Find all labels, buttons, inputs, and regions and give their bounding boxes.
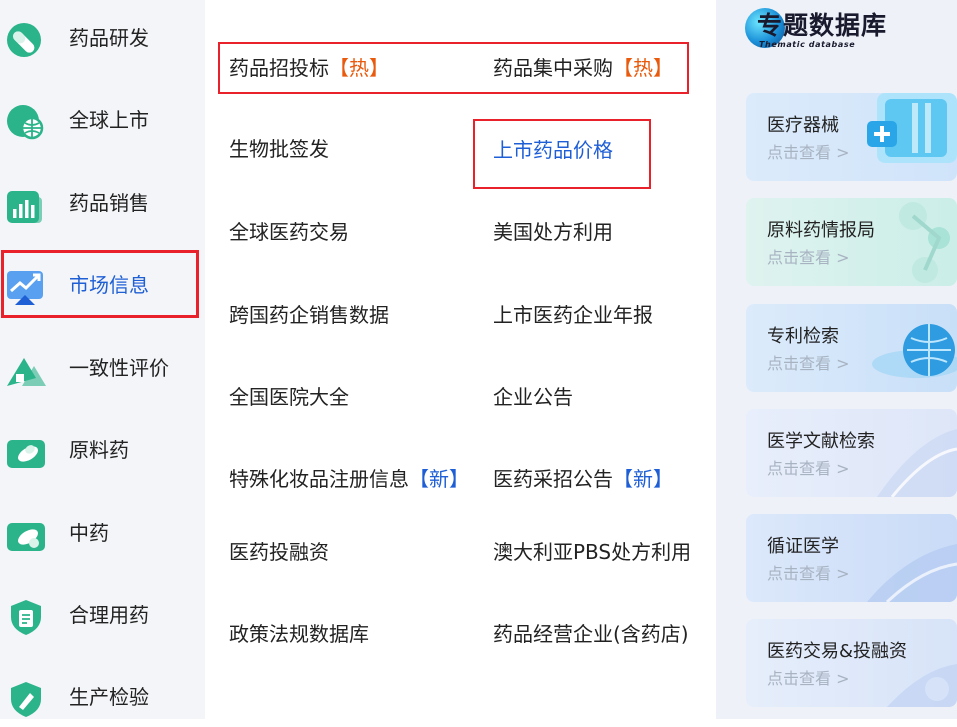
link-procurement-notice[interactable]: 医药采招公告【新】 bbox=[493, 467, 673, 491]
market-info-menu bbox=[205, 0, 716, 719]
production-inspection-icon bbox=[11, 682, 41, 717]
sidebar-item-raw-material[interactable]: 原料药 bbox=[0, 420, 205, 480]
card-title: 专利检索 bbox=[767, 326, 839, 347]
link-listed-annual-report[interactable]: 上市医药企业年报 bbox=[493, 303, 653, 327]
sidebar-item-drug-sales[interactable]: 药品销售 bbox=[0, 173, 205, 233]
sidebar-item-consistency[interactable]: 一致性评价 bbox=[0, 338, 205, 398]
card-view-link: 点击查看 > bbox=[767, 248, 850, 267]
link-bio-batch-release[interactable]: 生物批签发 bbox=[229, 137, 329, 161]
new-tag: 【新】 bbox=[409, 467, 469, 491]
sidebar-item-label: 生产检验 bbox=[69, 685, 149, 709]
herbal-medicine-icon bbox=[7, 523, 45, 551]
link-us-prescription[interactable]: 美国处方利用 bbox=[493, 220, 613, 244]
rational-use-shield-icon bbox=[11, 600, 41, 635]
new-tag: 【新】 bbox=[613, 467, 673, 491]
sales-chart-icon bbox=[7, 191, 42, 223]
card-title: 医疗器械 bbox=[767, 115, 839, 136]
capsule-icon bbox=[7, 23, 41, 57]
link-company-notice[interactable]: 企业公告 bbox=[493, 385, 573, 409]
patent-globe-art bbox=[872, 324, 957, 378]
sidebar-item-herbal[interactable]: 中药 bbox=[0, 503, 205, 563]
sidebar-item-global-launch[interactable]: 全球上市 bbox=[0, 90, 205, 150]
link-label: 药品招投标 bbox=[229, 56, 329, 80]
sidebar-item-drug-rd[interactable]: 药品研发 bbox=[0, 8, 205, 68]
active-item-highlight bbox=[1, 250, 199, 318]
sidebar-item-label: 中药 bbox=[69, 521, 109, 545]
link-label: 特殊化妆品注册信息 bbox=[229, 467, 409, 491]
literature-art bbox=[877, 429, 957, 497]
sidebar-item-label: 全球上市 bbox=[69, 108, 149, 132]
card-raw-material-intel[interactable]: 原料药情报局 点击查看 > bbox=[746, 198, 957, 286]
card-patent-search[interactable]: 专利检索 点击查看 > bbox=[746, 304, 957, 392]
sidebar-item-label: 原料药 bbox=[69, 438, 129, 462]
card-title: 循证医学 bbox=[767, 536, 839, 557]
trade-finance-art bbox=[887, 664, 957, 707]
thematic-subtitle: Thematic database bbox=[759, 40, 856, 49]
card-title: 医药交易&投融资 bbox=[767, 641, 908, 662]
sidebar-item-label: 合理用药 bbox=[69, 603, 149, 627]
link-hospital-directory[interactable]: 全国医院大全 bbox=[229, 385, 349, 409]
link-drug-tender[interactable]: 药品招投标【热】 bbox=[229, 56, 389, 80]
sidebar-item-production[interactable]: 生产检验 bbox=[0, 667, 205, 727]
hot-tag: 【热】 bbox=[613, 56, 673, 80]
card-view-link: 点击查看 > bbox=[767, 143, 850, 162]
card-view-link: 点击查看 > bbox=[767, 669, 850, 688]
link-pharma-investment[interactable]: 医药投融资 bbox=[229, 540, 329, 564]
card-view-link: 点击查看 > bbox=[767, 564, 850, 583]
globe-icon bbox=[7, 105, 44, 140]
link-drug-business[interactable]: 药品经营企业(含药店) bbox=[493, 622, 689, 646]
link-label: 药品集中采购 bbox=[493, 56, 613, 80]
card-title: 医学文献检索 bbox=[767, 431, 875, 452]
card-evidence-medicine[interactable]: 循证医学 点击查看 > bbox=[746, 514, 957, 602]
card-view-link: 点击查看 > bbox=[767, 354, 850, 373]
link-policy-database[interactable]: 政策法规数据库 bbox=[229, 622, 369, 646]
link-market-drug-price[interactable]: 上市药品价格 bbox=[493, 138, 613, 162]
card-medical-device[interactable]: 医疗器械 点击查看 > bbox=[746, 93, 957, 181]
sidebar-item-label: 一致性评价 bbox=[69, 356, 169, 380]
link-global-pharma-trade[interactable]: 全球医药交易 bbox=[229, 220, 349, 244]
link-label: 医药采招公告 bbox=[493, 467, 613, 491]
link-australia-pbs[interactable]: 澳大利亚PBS处方利用 bbox=[493, 540, 691, 564]
sidebar-item-label: 药品研发 bbox=[69, 26, 149, 50]
thematic-title: 专题数据库 bbox=[757, 11, 888, 40]
card-title: 原料药情报局 bbox=[767, 220, 875, 241]
molecule-art bbox=[899, 202, 950, 283]
card-view-link: 点击查看 > bbox=[767, 459, 850, 478]
thematic-database-logo: 专题数据库 Thematic database bbox=[745, 8, 915, 56]
raw-material-icon bbox=[7, 440, 45, 468]
sidebar-item-label: 药品销售 bbox=[69, 191, 149, 215]
medical-device-art bbox=[867, 93, 957, 163]
card-trade-finance[interactable]: 医药交易&投融资 点击查看 > bbox=[746, 619, 957, 707]
hot-tag: 【热】 bbox=[329, 56, 389, 80]
sidebar: 药品研发 全球上市 药品销售 市场信息 一致性评价 原料药 中药 合理用药 生产… bbox=[0, 0, 205, 719]
link-central-procurement[interactable]: 药品集中采购【热】 bbox=[493, 56, 673, 80]
link-multinational-sales[interactable]: 跨国药企销售数据 bbox=[229, 303, 389, 327]
sidebar-item-rational-use[interactable]: 合理用药 bbox=[0, 585, 205, 645]
link-special-cosmetics[interactable]: 特殊化妆品注册信息【新】 bbox=[229, 467, 469, 491]
consistency-eval-icon bbox=[7, 358, 46, 386]
card-medical-literature[interactable]: 医学文献检索 点击查看 > bbox=[746, 409, 957, 497]
evidence-art bbox=[867, 544, 957, 602]
